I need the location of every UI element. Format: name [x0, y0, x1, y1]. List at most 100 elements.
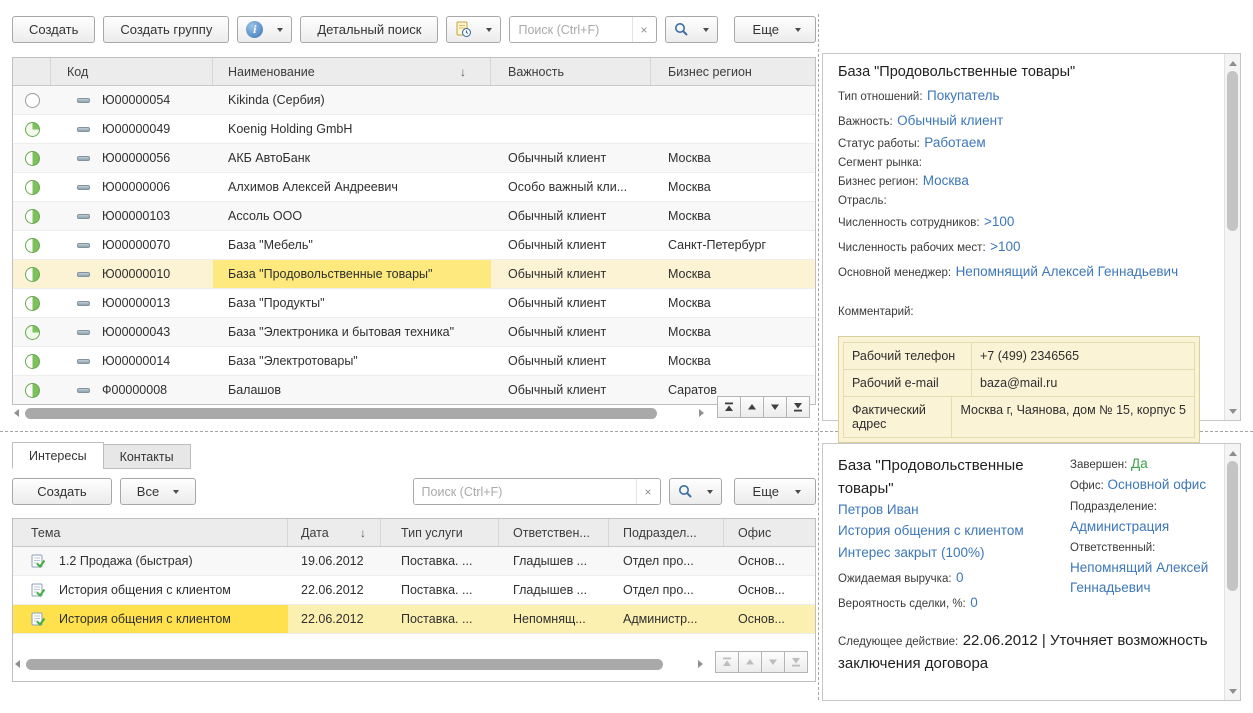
list-item-icon: [77, 127, 90, 132]
go-first-row-button[interactable]: [717, 396, 741, 418]
client-link[interactable]: Петров Иван: [838, 500, 1056, 521]
counterparty-row[interactable]: Ю00000056 АКБ АвтоБанк Обычный клиент Мо…: [13, 144, 815, 173]
go-previous-row-button[interactable]: [740, 396, 764, 418]
region-cell: Москва: [651, 354, 815, 368]
scroll-right-icon[interactable]: [699, 409, 704, 417]
go-last-row-button[interactable]: [784, 651, 808, 673]
info-dropdown-button[interactable]: i: [237, 16, 292, 43]
probability-label: Вероятность сделки, %:: [838, 598, 966, 610]
interest-state-link[interactable]: Интерес закрыт (100%): [838, 541, 1056, 564]
column-header-responsible[interactable]: Ответствен...: [499, 519, 609, 546]
theme-link[interactable]: История общения с клиентом: [838, 521, 1056, 542]
scroll-left-icon[interactable]: [15, 660, 20, 668]
clear-search-icon[interactable]: ×: [632, 17, 656, 42]
name-cell: Ассоль ООО: [213, 202, 491, 230]
detailed-search-button[interactable]: Детальный поиск: [300, 16, 438, 43]
workplaces-link[interactable]: >100: [990, 239, 1020, 254]
column-header-status[interactable]: [13, 58, 51, 85]
counterparty-row[interactable]: Ю00000006 Алхимов Алексей Андреевич Особ…: [13, 173, 815, 202]
work-status-link[interactable]: Работаем: [924, 135, 985, 150]
dossier-dropdown-button[interactable]: [446, 16, 501, 43]
department-link[interactable]: Администрация: [1070, 519, 1169, 534]
go-next-row-button[interactable]: [763, 396, 787, 418]
column-header-region[interactable]: Бизнес регион: [651, 58, 815, 85]
vertical-scrollbar[interactable]: [1224, 444, 1240, 700]
horizontal-scrollbar[interactable]: [15, 657, 703, 671]
contact-info-table: Рабочий телефон +7 (499) 2346565 Рабочий…: [838, 336, 1200, 443]
column-header-importance[interactable]: Важность: [491, 58, 651, 85]
scroll-down-icon[interactable]: [1225, 404, 1240, 418]
column-header-code[interactable]: Код: [51, 58, 213, 85]
go-previous-row-button[interactable]: [738, 651, 762, 673]
go-last-row-button[interactable]: [786, 396, 810, 418]
counterparty-row[interactable]: Ю00000103 Ассоль ООО Обычный клиент Моск…: [13, 202, 815, 231]
counterparty-row[interactable]: Ю00000013 База "Продукты" Обычный клиент…: [13, 289, 815, 318]
contact-row-address[interactable]: Фактический адрес Москва г, Чаянова, дом…: [843, 396, 1195, 438]
more-button[interactable]: Еще: [734, 16, 816, 43]
scroll-down-icon[interactable]: [1225, 684, 1240, 698]
date-cell: 22.06.2012: [288, 583, 381, 597]
tab-contacts[interactable]: Контакты: [103, 444, 191, 469]
counterparty-row[interactable]: Ю00000054 Kikinda (Сербия): [13, 86, 815, 115]
scroll-left-icon[interactable]: [14, 409, 19, 417]
column-header-theme[interactable]: Тема: [13, 519, 288, 546]
scrollbar-thumb[interactable]: [1227, 71, 1238, 231]
department-label: Подразделение:: [1070, 501, 1157, 513]
phone-label: Рабочий телефон: [844, 343, 972, 369]
scrollbar-track[interactable]: [24, 659, 694, 670]
clear-search-icon[interactable]: ×: [636, 479, 660, 504]
manager-link[interactable]: Непомнящий Алексей Геннадьевич: [956, 264, 1179, 279]
search-dropdown-button[interactable]: [665, 16, 718, 43]
office-label: Офис:: [1070, 480, 1104, 492]
interests-search-dropdown[interactable]: [669, 478, 722, 505]
vertical-scrollbar[interactable]: [1224, 54, 1240, 420]
interests-search-input[interactable]: [414, 479, 636, 504]
scrollbar-thumb[interactable]: [25, 408, 657, 419]
interest-row[interactable]: 1.2 Продажа (быстрая) 19.06.2012 Поставк…: [13, 547, 815, 576]
column-header-name[interactable]: Наименование ↓: [213, 58, 491, 85]
contact-row-email[interactable]: Рабочий e-mail baza@mail.ru: [843, 369, 1195, 396]
create-interest-button[interactable]: Создать: [12, 478, 112, 505]
contact-row-phone[interactable]: Рабочий телефон +7 (499) 2346565: [843, 342, 1195, 369]
interest-row[interactable]: История общения с клиентом 22.06.2012 По…: [13, 576, 815, 605]
responsible-link[interactable]: Непомнящий Алексей Геннадьевич: [1070, 560, 1208, 595]
search-input[interactable]: [510, 17, 631, 42]
relation-link[interactable]: Покупатель: [927, 88, 1000, 103]
importance-link[interactable]: Обычный клиент: [897, 113, 1003, 128]
revenue-value[interactable]: 0: [956, 570, 964, 585]
counterparty-row[interactable]: Ю00000010 База "Продовольственные товары…: [13, 260, 815, 289]
counterparty-row[interactable]: Ф00000008 Балашов Обычный клиент Саратов: [13, 376, 815, 405]
scroll-up-icon[interactable]: [1225, 446, 1240, 460]
scroll-right-icon[interactable]: [698, 660, 703, 668]
column-header-office[interactable]: Офис: [724, 519, 815, 546]
counterparty-row[interactable]: Ю00000049 Koenig Holding GmbH: [13, 115, 815, 144]
column-header-department[interactable]: Подраздел...: [609, 519, 724, 546]
scrollbar-thumb[interactable]: [1227, 461, 1238, 591]
scrollbar-thumb[interactable]: [26, 659, 663, 670]
region-link[interactable]: Москва: [923, 173, 969, 188]
work-status-label: Статус работы:: [838, 138, 920, 150]
list-item-icon: [77, 388, 90, 393]
counterparty-row[interactable]: Ю00000014 База "Электротовары" Обычный к…: [13, 347, 815, 376]
horizontal-scrollbar[interactable]: [14, 406, 704, 420]
code-cell: Ю00000014: [102, 354, 170, 368]
column-header-service[interactable]: Тип услуги: [381, 519, 499, 546]
column-header-date[interactable]: Дата ↓: [288, 519, 381, 546]
create-button[interactable]: Создать: [12, 16, 95, 43]
interest-detail-panel: База "Продовольственные товары" Петров И…: [822, 443, 1241, 701]
counterparty-row[interactable]: Ю00000043 База "Электроника и бытовая те…: [13, 318, 815, 347]
tab-interests[interactable]: Интересы: [12, 442, 104, 469]
counterparty-row[interactable]: Ю00000070 База "Мебель" Обычный клиент С…: [13, 231, 815, 260]
office-link[interactable]: Основной офис: [1108, 477, 1207, 492]
employees-link[interactable]: >100: [984, 214, 1014, 229]
create-group-button[interactable]: Создать группу: [103, 16, 229, 43]
interests-more-button[interactable]: Еще: [734, 478, 816, 505]
vertical-splitter[interactable]: [818, 14, 819, 700]
scroll-up-icon[interactable]: [1225, 56, 1240, 70]
go-first-row-button[interactable]: [715, 651, 739, 673]
go-next-row-button[interactable]: [761, 651, 785, 673]
probability-value[interactable]: 0: [970, 595, 978, 610]
interest-row[interactable]: История общения с клиентом 22.06.2012 По…: [13, 605, 815, 634]
filter-all-dropdown[interactable]: Все: [120, 478, 196, 505]
scrollbar-track[interactable]: [23, 408, 695, 419]
